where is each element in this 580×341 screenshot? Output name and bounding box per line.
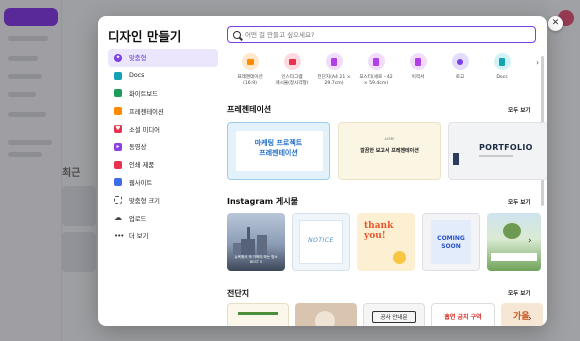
shortcut-presentation[interactable]: 프레젠테이션 (16:9): [229, 53, 271, 87]
nav-item-label: 웹사이트: [129, 179, 153, 187]
nav-item-video[interactable]: ▸ 동영상: [108, 138, 218, 156]
shortcuts-next-icon[interactable]: ›: [536, 58, 539, 67]
template-title: COMING: [437, 235, 465, 242]
instagram-post-icon: [283, 53, 301, 70]
nav-item-custom-size[interactable]: 맞춤형 크기: [108, 191, 218, 209]
see-all-flyer-link[interactable]: 모두 보기: [508, 289, 531, 297]
shortcut-instagram-post[interactable]: 인스타그램 게시물(정사각형): [271, 53, 313, 87]
heart-icon: ♥: [114, 125, 122, 134]
shortcut-label: 포스터(세로 - 42 × 59.4cm): [359, 75, 393, 86]
nav-item-presentation[interactable]: 프레젠테이션: [108, 102, 218, 120]
nav-item-custom[interactable]: ✦ 맞춤형: [108, 49, 218, 67]
template-small-text: ACME: [384, 137, 395, 141]
template-presentation-report[interactable]: ACME 깔끔한 보고서 프레젠테이션: [338, 122, 441, 180]
print-icon: [114, 160, 122, 169]
nav-item-label: 동영상: [129, 144, 147, 152]
category-nav: ✦ 맞춤형 Docs 화이트보드 프레젠테이션 ♥ 소셜 미디어 ▸ 동영상 인…: [108, 49, 218, 245]
template-instagram-newyork[interactable]: 뉴욕에서 꼭 가봐야 하는 명소 BEST 5: [227, 213, 285, 271]
shortcut-label: 로고: [455, 75, 465, 80]
create-design-modal: 디자인 만들기 ✦ 맞춤형 Docs 화이트보드 프레젠테이션 ♥ 소셜 미디어…: [98, 16, 547, 326]
presentation-icon: [241, 53, 259, 70]
shortcut-logo[interactable]: 로고: [439, 53, 481, 87]
template-instagram-thankyou[interactable]: thank you!: [357, 213, 415, 271]
nav-item-label: 업로드: [129, 215, 147, 223]
sparkle-icon: ✦: [114, 53, 122, 62]
close-button[interactable]: ✕: [548, 16, 563, 31]
docs-icon: [493, 53, 511, 70]
template-caption: 뉴욕에서 꼭 가봐야 하는 명소 BEST 5: [234, 255, 278, 264]
nav-item-whiteboard[interactable]: 화이트보드: [108, 85, 218, 103]
see-all-instagram-link[interactable]: 모두 보기: [508, 198, 531, 206]
presentation-icon: [114, 107, 122, 116]
search-input[interactable]: [245, 30, 525, 39]
template-instagram-nature[interactable]: [487, 213, 541, 271]
nav-item-label: 프레젠테이션: [129, 108, 164, 116]
search-bar[interactable]: [227, 26, 536, 43]
flyer-icon: [325, 53, 343, 70]
template-flyer-2[interactable]: [295, 303, 357, 326]
nav-item-website[interactable]: 웹사이트: [108, 174, 218, 192]
template-presentation-portfolio[interactable]: PORTFOLIO: [448, 122, 547, 180]
template-title: 흡연 금지 구역: [444, 314, 482, 321]
nav-item-print[interactable]: 인쇄 제품: [108, 156, 218, 174]
shortcut-label: 인스타그램 게시물(정사각형): [275, 75, 309, 86]
template-subtitle: 프레젠테이션: [259, 149, 298, 157]
website-icon: [114, 178, 122, 187]
nav-item-upload[interactable]: ☁ 업로드: [108, 209, 218, 227]
nav-item-more[interactable]: ••• 더 보기: [108, 227, 218, 245]
shortcut-label: 전단지(A4 21 × 29.7cm): [317, 75, 351, 86]
template-title: 마케팅 프로젝트: [254, 139, 303, 147]
template-title: 공사 안내문: [380, 315, 408, 321]
template-title: thank: [364, 221, 394, 231]
modal-title: 디자인 만들기: [108, 29, 182, 44]
poster-icon: [367, 53, 385, 70]
docs-icon: [114, 71, 122, 80]
shortcut-label: 이력서: [411, 75, 425, 80]
nav-item-label: 더 보기: [129, 233, 149, 241]
template-title: 깔끔한 보고서 프레젠테이션: [360, 148, 419, 154]
resize-icon: [114, 196, 122, 205]
resume-icon: [409, 53, 427, 70]
shortcut-docs[interactable]: Docs: [481, 53, 523, 87]
template-title: NOTICE: [308, 237, 334, 244]
smiley-icon: [393, 251, 406, 264]
nav-item-label: Docs: [129, 72, 145, 80]
logo-icon: [451, 53, 469, 70]
design-type-shortcuts: 프레젠테이션 (16:9) 인스타그램 게시물(정사각형) 전단지(A4 21 …: [229, 53, 539, 87]
more-icon: •••: [114, 231, 124, 240]
section-title-flyer: 전단지: [227, 289, 250, 298]
shortcut-label: 프레젠테이션 (16:9): [237, 75, 263, 86]
template-title: PORTFOLIO: [479, 143, 533, 152]
nav-item-docs[interactable]: Docs: [108, 67, 218, 85]
template-subtitle: you!: [364, 231, 386, 241]
instagram-next-icon[interactable]: ›: [528, 236, 532, 246]
shortcut-label: Docs: [496, 75, 508, 80]
shortcut-resume[interactable]: 이력서: [397, 53, 439, 87]
nav-item-label: 맞춤형 크기: [129, 197, 160, 205]
search-icon: [233, 30, 241, 39]
template-flyer-autumn[interactable]: 가을: [501, 303, 543, 326]
cloud-upload-icon: ☁: [114, 213, 122, 223]
template-flyer-nosmoking[interactable]: 흡연 금지 구역: [431, 303, 495, 326]
shortcut-poster[interactable]: 포스터(세로 - 42 × 59.4cm): [355, 53, 397, 87]
nav-item-social-media[interactable]: ♥ 소셜 미디어: [108, 120, 218, 138]
section-title-instagram: Instagram 게시물: [227, 197, 298, 206]
flyer-next-icon[interactable]: ›: [528, 314, 532, 324]
template-subtitle: SOON: [441, 243, 461, 250]
template-flyer-construction[interactable]: 공사 안내문: [363, 303, 425, 326]
template-instagram-comingsoon[interactable]: COMING SOON: [422, 213, 480, 271]
nav-item-label: 맞춤형: [129, 55, 147, 63]
template-presentation-marketing[interactable]: 마케팅 프로젝트 프레젠테이션: [227, 122, 330, 180]
nav-item-label: 화이트보드: [129, 90, 158, 98]
template-flyer-1[interactable]: [227, 303, 289, 326]
nav-item-label: 인쇄 제품: [129, 162, 155, 170]
whiteboard-icon: [114, 89, 122, 98]
nav-item-label: 소셜 미디어: [129, 126, 160, 134]
section-title-presentation: 프레젠테이션: [227, 105, 272, 114]
video-icon: ▸: [114, 142, 122, 151]
see-all-presentation-link[interactable]: 모두 보기: [508, 106, 531, 114]
template-instagram-notice[interactable]: NOTICE: [292, 213, 350, 271]
shortcut-flyer[interactable]: 전단지(A4 21 × 29.7cm): [313, 53, 355, 87]
